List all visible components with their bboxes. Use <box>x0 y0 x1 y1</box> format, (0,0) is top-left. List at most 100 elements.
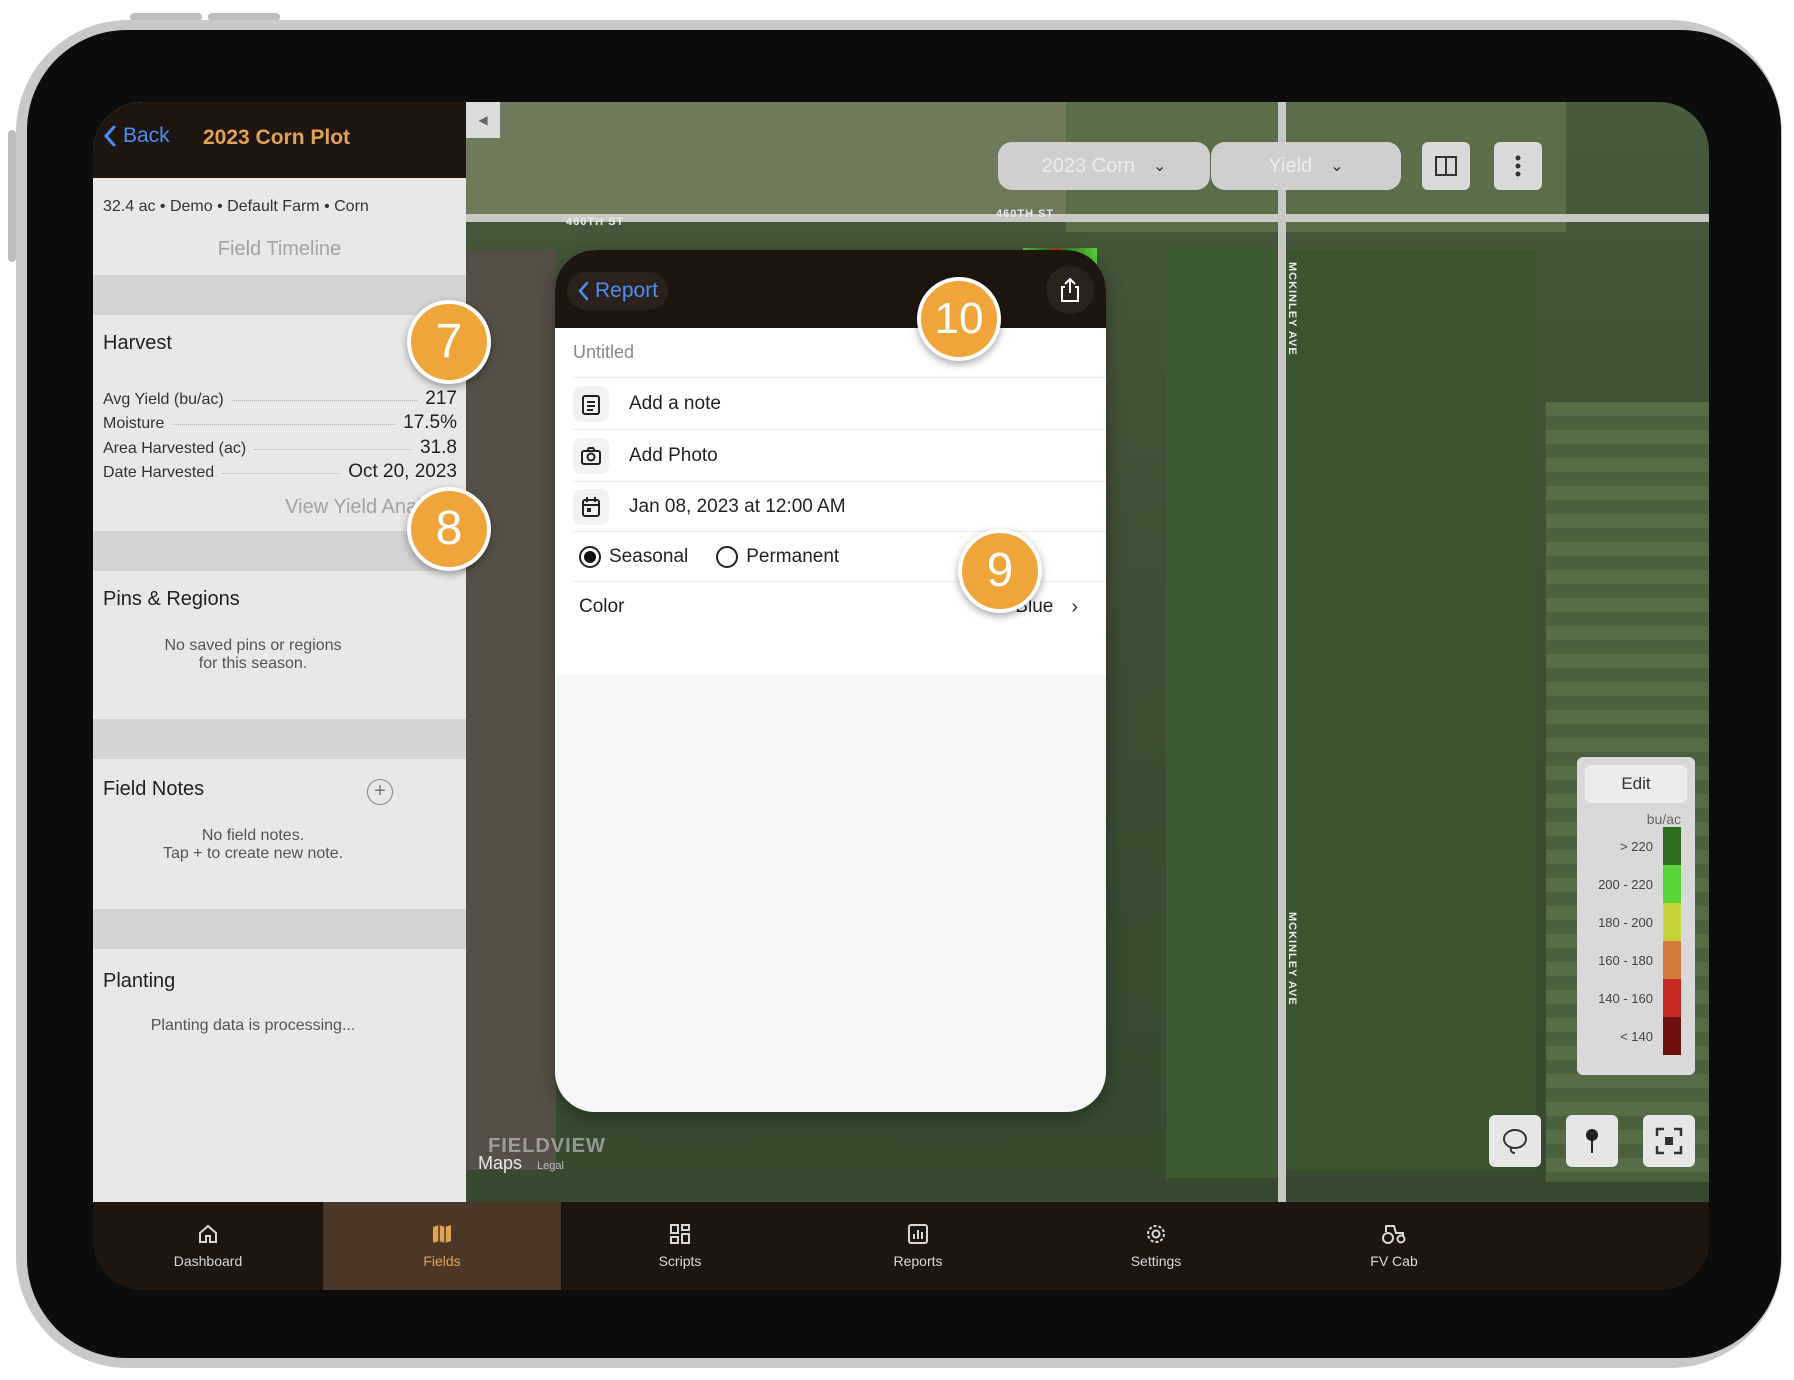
legal-link[interactable]: Legal <box>537 1160 564 1172</box>
legend-item-label: < 140 <box>1620 1029 1653 1044</box>
home-icon <box>199 1224 217 1243</box>
legend-swatch <box>1663 979 1681 1017</box>
pins-heading: Pins & Regions <box>103 588 240 610</box>
harvest-row-label: Moisture <box>103 415 165 432</box>
road-label: 460TH ST <box>566 216 625 228</box>
permanent-label: Permanent <box>746 545 840 567</box>
harvest-row-value: 31.8 <box>420 437 457 458</box>
report-title-placeholder: Untitled <box>573 342 635 362</box>
section-divider <box>93 275 466 315</box>
harvest-row-label: Date Harvested <box>103 464 215 481</box>
yield-legend: Edit bu/ac > 220 200 - 220 180 - 200 160… <box>1577 757 1695 1075</box>
harvest-row-value: Oct 20, 2023 <box>348 461 457 482</box>
tab-label: Reports <box>893 1253 943 1269</box>
field-patch <box>1166 248 1286 1178</box>
drop-pin-button[interactable] <box>1566 1115 1618 1167</box>
tab-fields[interactable]: Fields <box>323 1202 561 1290</box>
legend-item-label: 180 - 200 <box>1598 915 1653 930</box>
share-button[interactable] <box>1046 266 1094 314</box>
tab-label: Scripts <box>658 1253 702 1269</box>
report-back-button[interactable]: Report <box>567 272 669 310</box>
collapse-sidebar-button[interactable]: ◀ <box>466 102 500 138</box>
add-note-row[interactable]: Add a note <box>573 378 1106 430</box>
legend-item: 140 - 160 <box>1577 979 1695 1017</box>
side-button <box>8 130 16 262</box>
report-date: Jan 08, 2023 at 12:00 AM <box>629 495 846 517</box>
date-row[interactable]: Jan 08, 2023 at 12:00 AM <box>573 482 1106 532</box>
tab-label: Fields <box>423 1253 461 1269</box>
seasonal-label: Seasonal <box>609 545 689 567</box>
report-form: Untitled Add a note Add Photo Jan 08, 20… <box>555 328 1106 675</box>
apple-maps-logo: Maps Legal <box>478 1153 564 1174</box>
field-patch <box>466 250 556 1170</box>
fit-to-field-button[interactable] <box>1643 1115 1695 1167</box>
tab-label: FV Cab <box>1370 1253 1418 1269</box>
harvest-row: Moisture 17.5% <box>103 412 457 434</box>
legend-item: 180 - 200 <box>1577 903 1695 941</box>
legend-swatch <box>1663 941 1681 979</box>
notes-empty-line2: Tap + to create new note. <box>162 845 344 862</box>
road-label: 460TH ST <box>996 208 1055 220</box>
legend-swatch <box>1663 903 1681 941</box>
legend-unit: bu/ac <box>1646 811 1681 827</box>
add-photo-label: Add Photo <box>629 444 718 466</box>
back-button[interactable]: Back <box>103 124 170 148</box>
tab-scripts[interactable]: Scripts <box>561 1202 799 1290</box>
permanent-radio[interactable] <box>716 545 739 568</box>
callout-8: 8 <box>407 487 491 571</box>
field-notes-heading: Field Notes <box>103 778 205 800</box>
tab-fv-cab[interactable]: FV Cab <box>1275 1202 1513 1290</box>
road-460th-st <box>466 214 1709 222</box>
callout-10: 10 <box>917 277 1001 361</box>
legend-swatch <box>1663 1017 1681 1055</box>
calendar-icon <box>573 488 609 525</box>
map-icon <box>433 1225 451 1243</box>
legend-item-label: 140 - 160 <box>1598 991 1653 1006</box>
season-selector[interactable]: 2023 Corn ⌄ <box>998 142 1210 190</box>
season-selector-label: 2023 Corn <box>1041 154 1135 177</box>
lasso-tool-button[interactable] <box>1489 1115 1541 1167</box>
section-divider <box>93 719 466 759</box>
chevron-down-icon: ⌄ <box>1330 158 1344 175</box>
report-header: Report <box>555 250 1106 328</box>
legend-item-label: 200 - 220 <box>1598 877 1653 892</box>
tab-dashboard[interactable]: Dashboard <box>93 1202 323 1290</box>
camera-icon <box>573 437 609 474</box>
harvest-row-label: Avg Yield (bu/ac) <box>103 391 224 408</box>
seasonal-radio[interactable] <box>579 545 601 568</box>
tab-settings[interactable]: Settings <box>1037 1202 1275 1290</box>
tab-reports[interactable]: Reports <box>799 1202 1037 1290</box>
field-timeline-link[interactable]: Field Timeline <box>93 238 466 261</box>
layer-selector[interactable]: Yield ⌄ <box>1211 142 1401 190</box>
callout-7: 7 <box>407 300 491 384</box>
pins-empty-line1: No saved pins or regions <box>164 637 342 654</box>
notes-empty-line1: No field notes. <box>201 827 305 844</box>
seasonal-option[interactable]: Seasonal <box>579 545 689 568</box>
add-note-label: Add a note <box>629 392 721 414</box>
road-label: MCKINLEY AVE <box>1286 262 1298 356</box>
report-title-field[interactable]: Untitled <box>573 328 1106 378</box>
screen: Back 2023 Corn Plot 32.4 ac • Demo • Def… <box>93 102 1709 1290</box>
legend-item-label: > 220 <box>1620 839 1653 854</box>
legend-item-label: 160 - 180 <box>1598 953 1653 968</box>
more-options-button[interactable] <box>1494 142 1542 190</box>
maps-label: Maps <box>478 1153 523 1173</box>
harvest-row: Date Harvested Oct 20, 2023 <box>103 461 457 483</box>
pins-empty-line2: for this season. <box>198 655 308 672</box>
page-title: 2023 Corn Plot <box>203 126 351 149</box>
harvest-row-label: Area Harvested (ac) <box>103 440 247 457</box>
add-note-button[interactable]: + <box>367 779 393 805</box>
harvest-row: Area Harvested (ac) 31.8 <box>103 437 457 459</box>
more-vertical-icon <box>1515 155 1521 177</box>
layer-selector-label: Yield <box>1268 154 1313 177</box>
permanent-option[interactable]: Permanent <box>716 545 840 568</box>
note-icon <box>573 385 609 422</box>
add-photo-row[interactable]: Add Photo <box>573 430 1106 482</box>
road-label: MCKINLEY AVE <box>1286 912 1298 1006</box>
legend-swatch <box>1663 827 1681 865</box>
grid-icon <box>670 1224 690 1244</box>
legend-edit-button[interactable]: Edit <box>1585 765 1687 803</box>
split-view-button[interactable] <box>1422 142 1470 190</box>
report-panel: Report Untitled Add a note Add Photo Jan… <box>555 250 1106 1112</box>
callout-9: 9 <box>958 529 1042 613</box>
